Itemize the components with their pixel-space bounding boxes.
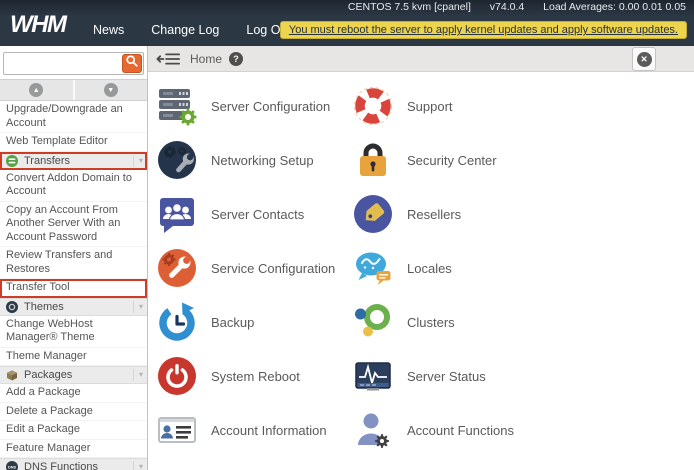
status-load-averages: Load Averages: 0.00 0.01 0.05 (543, 1, 686, 13)
backup-icon (155, 300, 199, 344)
sidebar-search-row (0, 46, 147, 79)
nav-news[interactable]: News (93, 23, 124, 37)
clusters-icon (351, 300, 395, 344)
dns-functions-icon: DNS (6, 461, 18, 470)
collapse-sidebar-icon[interactable] (156, 52, 180, 66)
sidebar-section-themes[interactable]: Themes ▾ (0, 297, 147, 316)
sidebar-section-label: Themes (24, 300, 64, 313)
sidebar-item-edit-a-package[interactable]: Edit a Package (0, 421, 147, 440)
main-panel: Home ? ✕ Server Configuration Support Ne… (148, 46, 694, 470)
menu-item-networking-setup[interactable]: Networking Setup (155, 133, 351, 187)
whm-logo[interactable]: WHM (10, 11, 67, 39)
scroll-up-button[interactable]: ▲ (0, 80, 73, 100)
menu-item-label: Server Contacts (211, 206, 305, 222)
menu-item-label: Server Status (407, 368, 486, 384)
menu-item-system-reboot[interactable]: System Reboot (155, 349, 351, 403)
menu-item-server-contacts[interactable]: Server Contacts (155, 187, 351, 241)
chevron-down-icon[interactable]: ▾ (132, 461, 143, 470)
sidebar-item-change-whm-theme[interactable]: Change WebHost Manager® Theme (0, 316, 147, 348)
menu-item-account-information[interactable]: Account Information (155, 403, 351, 457)
support-icon (351, 84, 395, 128)
server-contacts-icon (155, 192, 199, 236)
menu-item-server-configuration[interactable]: Server Configuration (155, 79, 351, 133)
chevron-down-icon[interactable]: ▾ (132, 300, 143, 313)
menu-item-label: Account Functions (407, 422, 514, 438)
scroll-down-button[interactable]: ▼ (72, 80, 148, 100)
chevron-down-icon[interactable]: ▾ (132, 154, 143, 167)
sidebar-section-dns-functions[interactable]: DNS DNS Functions ▾ (0, 458, 147, 470)
menu-item-resellers[interactable]: Resellers (351, 187, 694, 241)
sidebar-item-transfer-tool[interactable]: Transfer Tool (0, 279, 147, 298)
menu-item-server-status[interactable]: Server Status (351, 349, 694, 403)
menu-item-label: Networking Setup (211, 152, 314, 168)
menu-item-security-center[interactable]: Security Center (351, 133, 694, 187)
menu-item-account-functions[interactable]: Account Functions (351, 403, 694, 457)
sidebar-item-copy-account-from-server[interactable]: Copy an Account From Another Server With… (0, 202, 147, 247)
menu-item-service-configuration[interactable]: Service Configuration (155, 241, 351, 295)
workspace: ▲ ▼ Upgrade/Downgrade an Account Web Tem… (0, 46, 694, 470)
menu-item-support[interactable]: Support (351, 79, 694, 133)
account-functions-icon (351, 408, 395, 452)
service-configuration-icon (155, 246, 199, 290)
breadcrumb-bar: Home ? ✕ (148, 46, 694, 72)
sidebar-section-label: Packages (24, 369, 73, 381)
sidebar-scroll-buttons: ▲ ▼ (0, 79, 147, 101)
status-os: CENTOS 7.5 kvm [cpanel] (347, 1, 471, 13)
scroll-up-icon: ▲ (29, 83, 44, 97)
server-status-icon (351, 354, 395, 398)
packages-icon (6, 369, 18, 381)
menu-item-label: Resellers (407, 206, 462, 222)
security-center-icon (351, 138, 395, 182)
sidebar-nav-list: Upgrade/Downgrade an Account Web Templat… (0, 101, 147, 470)
sidebar-item-add-a-package[interactable]: Add a Package (0, 384, 147, 403)
menu-item-label: Server Configuration (211, 98, 331, 114)
sidebar-item-theme-manager[interactable]: Theme Manager (0, 348, 147, 366)
server-status-line: CENTOS 7.5 kvm [cpanel] v74.0.4 Load Ave… (332, 1, 686, 13)
server-configuration-icon (155, 84, 199, 128)
networking-setup-icon (155, 138, 199, 182)
close-icon: ✕ (636, 51, 652, 67)
scroll-down-icon: ▼ (103, 83, 118, 97)
top-header-bar: CENTOS 7.5 kvm [cpanel] v74.0.4 Load Ave… (0, 0, 694, 46)
menu-item-label: Service Configuration (211, 260, 336, 276)
status-version: v74.0.4 (489, 1, 525, 13)
breadcrumb-home[interactable]: Home (190, 52, 222, 66)
search-button[interactable] (122, 54, 142, 73)
search-icon (125, 54, 139, 73)
menu-item-clusters[interactable]: Clusters (351, 295, 694, 349)
sidebar-item-review-transfers-restores[interactable]: Review Transfers and Restores (0, 247, 147, 279)
sidebar-item-web-template-editor[interactable]: Web Template Editor (0, 133, 147, 152)
close-button[interactable]: ✕ (632, 47, 656, 71)
menu-item-label: Clusters (407, 314, 455, 330)
chevron-down-icon[interactable]: ▾ (132, 369, 143, 381)
reboot-warning-banner[interactable]: You must reboot the server to apply kern… (279, 21, 687, 39)
resellers-icon (351, 192, 395, 236)
account-information-icon (155, 408, 199, 452)
menu-item-backup[interactable]: Backup (155, 295, 351, 349)
sidebar-item-delete-a-package[interactable]: Delete a Package (0, 403, 147, 421)
sidebar-item-convert-addon-domain[interactable]: Convert Addon Domain to Account (0, 170, 147, 202)
sidebar-section-label: DNS Functions (24, 461, 98, 470)
menu-item-label: Backup (211, 314, 255, 330)
system-reboot-icon (155, 354, 199, 398)
home-icon-grid: Server Configuration Support Networking … (148, 72, 694, 457)
themes-icon (6, 300, 18, 313)
menu-item-label: Account Information (211, 422, 327, 438)
sidebar-item-feature-manager[interactable]: Feature Manager (0, 440, 147, 458)
transfers-icon (6, 154, 18, 167)
menu-item-label: Security Center (407, 152, 497, 168)
svg-text:DNS: DNS (8, 466, 16, 470)
locales-icon (351, 246, 395, 290)
sidebar: ▲ ▼ Upgrade/Downgrade an Account Web Tem… (0, 46, 148, 470)
sidebar-section-packages[interactable]: Packages ▾ (0, 366, 147, 384)
help-icon[interactable]: ? (229, 51, 244, 66)
sidebar-item-upgrade-downgrade-account[interactable]: Upgrade/Downgrade an Account (0, 101, 147, 133)
menu-item-label: Support (407, 98, 453, 114)
sidebar-section-label: Transfers (24, 154, 71, 167)
nav-change-log[interactable]: Change Log (151, 23, 219, 37)
menu-item-label: System Reboot (211, 368, 300, 384)
sidebar-section-transfers[interactable]: Transfers ▾ (0, 151, 147, 170)
menu-item-locales[interactable]: Locales (351, 241, 694, 295)
menu-item-label: Locales (407, 260, 452, 276)
